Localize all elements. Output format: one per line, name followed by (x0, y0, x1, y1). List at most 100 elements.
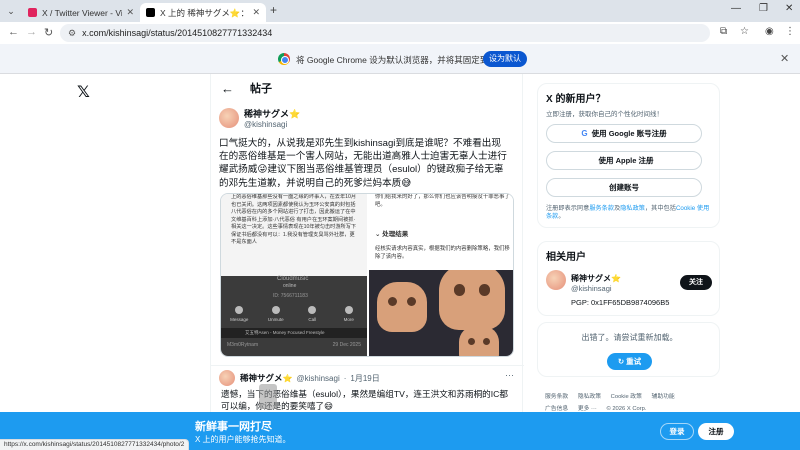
login-button[interactable]: 登录 (660, 423, 694, 440)
follow-button[interactable]: 关注 (680, 275, 712, 290)
related-user-name[interactable]: 稀神サグメ (571, 274, 611, 283)
avatar[interactable] (219, 107, 239, 128)
signup-subtitle: 立即注册，获取你自己的个性化时间线！ (546, 111, 663, 118)
footer-link[interactable]: 隐私政策 (578, 394, 601, 400)
back-arrow-icon[interactable]: ← (221, 81, 234, 96)
phone-status: online (283, 283, 297, 289)
signup-card: X 的新用户？ 立即注册，获取你自己的个性化时间线！ G 使用 Google 账号… (537, 83, 720, 228)
phone-action: Message (226, 306, 252, 322)
favicon-icon (28, 8, 37, 17)
new-tab-icon[interactable]: + (270, 3, 277, 17)
phone-id: ID: 7566711183 (273, 293, 308, 299)
cat-artwork (369, 270, 513, 356)
error-message: 出错了。请尝试重新加载。 (581, 333, 678, 342)
x-logo-icon[interactable]: 𝕏 (77, 82, 90, 102)
media-image-left[interactable]: 上的恶俗维基那些没有一面之缘的坏事人，在去年10月也已关闭。这两项因素都使我认为… (221, 194, 367, 356)
related-users-card: 相关用户 稀神サグメ⭐ @kishinsagi PGP: 0x1FF65DB98… (537, 241, 720, 316)
retry-button[interactable]: ↻ 重试 (607, 353, 652, 370)
result-title: ⌄ 处理结果 (375, 231, 409, 238)
bookmark-star-icon[interactable]: ☆ (740, 26, 749, 37)
footer-link[interactable]: Cookie 政策 (611, 394, 642, 400)
signup-button[interactable]: 注册 (698, 423, 734, 440)
post-column: ← 帖子 稀神サグメ⭐ @kishinsagi 口气挺大的，从说我是邓先生到ki… (210, 74, 524, 412)
tab-twitter-viewer[interactable]: X / Twitter Viewer - View Twi ✕ (22, 3, 140, 22)
signup-title: X 的新用户？ (546, 94, 606, 105)
forward-icon[interactable]: → (26, 26, 37, 38)
avatar[interactable] (546, 270, 566, 290)
profile-icon[interactable]: ◉ (765, 26, 774, 37)
page: 𝕏 ← 帖子 稀神サグメ⭐ @kishinsagi 口气挺大的，从说我是邓先生到… (0, 74, 800, 412)
default-browser-infobar: 将 Google Chrome 设为默认浏览器，并将其固定到任务栏 设为默认 ✕ (0, 44, 800, 74)
chrome-logo-icon (278, 53, 290, 65)
reply-date[interactable]: 1月19日 (350, 373, 379, 384)
minimize-icon[interactable]: — (731, 3, 741, 14)
post-text: 口气挺大的，从说我是邓先生到kishinsagi到底是谁呢？不难看出现在的恶俗维… (219, 138, 507, 189)
terms-link[interactable]: 服务条款 (589, 205, 614, 212)
menu-icon[interactable]: ⋮ (785, 26, 795, 37)
banner-subtitle: X 上的用户能够抢先知道。 (195, 435, 291, 444)
refresh-icon: ↻ (617, 357, 625, 366)
post-header: ← 帖子 (211, 74, 522, 102)
footer-link[interactable]: 辅助功能 (652, 394, 675, 400)
music-line: 艾五特Asen - Money Focused Freestyle (221, 328, 367, 338)
error-card: 出错了。请尝试重新加载。 ↻ 重试 (537, 322, 720, 377)
window-close-icon[interactable]: ✕ (785, 3, 793, 14)
reply-author-name[interactable]: 稀神サグメ (240, 372, 283, 384)
banner-title: 新鲜事一网打尽 (195, 421, 272, 433)
close-icon[interactable]: ✕ (780, 52, 789, 65)
star-icon: ⭐ (282, 373, 293, 383)
phone-action: Call (299, 306, 325, 322)
close-icon[interactable]: ✕ (126, 7, 134, 18)
phone-screenshot: Cloudmusic online ID: 7566711183 Message… (221, 276, 367, 356)
author-handle[interactable]: @kishinsagi (244, 120, 300, 129)
google-icon: G (581, 129, 588, 138)
infobar-message: 将 Google Chrome 设为默认浏览器，并将其固定到任务栏 (296, 55, 514, 65)
post-author[interactable]: 稀神サグメ⭐ @kishinsagi (211, 102, 522, 133)
star-icon: ⭐ (611, 274, 621, 283)
restore-icon[interactable]: ❐ (759, 3, 768, 14)
google-signup-button[interactable]: G 使用 Google 账号注册 (546, 124, 702, 143)
status-url: https://x.com/kishinsagi/status/20145108… (0, 439, 190, 450)
signup-terms: 注册即表示同意服务条款及隐私政策，其中包括Cookie 使用条款。 (546, 205, 710, 220)
related-user-handle[interactable]: @kishinsagi (571, 284, 621, 293)
tab-title: X 上的 稀神サグメ⭐："口气挺 (160, 7, 249, 18)
phone-actions: Message Unmute Call More (221, 306, 367, 322)
footer-link[interactable]: 服务条款 (545, 394, 568, 400)
set-default-button[interactable]: 设为默认 (483, 51, 527, 67)
tab-x-post[interactable]: X 上的 稀神サグメ⭐："口气挺 ✕ (140, 3, 266, 22)
phone-action: More (336, 306, 362, 322)
result-text: 经核实请求内容真实，根据我们的内容删除策略，我们移除了该内容。 (375, 246, 510, 260)
url-text: x.com/kishinsagi/status/2014510827771332… (82, 28, 273, 38)
privacy-link[interactable]: 隐私政策 (620, 205, 645, 212)
media-image-right[interactable]: 你们给我来的好了，那么你们也应该告明接没干罪恶事了吧。 ⌄ 处理结果 经核实请求… (369, 194, 513, 356)
reload-icon[interactable]: ↻ (44, 26, 53, 39)
reply-item[interactable]: 稀神サグメ ⭐ @kishinsagi · 1月19日 ··· 遗憾，当下的恶俗维… (211, 365, 524, 416)
phone-action: Unmute (263, 306, 289, 322)
author-name[interactable]: 稀神サグメ (244, 109, 289, 119)
quoted-text: 你们给我来的好了，那么你们也应该告明接没干罪恶事了吧。 (375, 194, 510, 208)
address-bar[interactable]: ⚙ x.com/kishinsagi/status/20145108277713… (60, 24, 710, 42)
tab-strip: ⌄ X / Twitter Viewer - View Twi ✕ X 上的 稀… (0, 0, 800, 22)
reply-author-handle[interactable]: @kishinsagi (296, 374, 339, 383)
related-user-bio: PGP: 0x1FF65DB9874096B5 (571, 298, 670, 307)
phone-title: Cloudmusic (277, 276, 309, 282)
mouse-cursor (259, 384, 277, 409)
more-options-icon[interactable]: ··· (505, 370, 514, 380)
doc-screenshot-text: 上的恶俗维基那些没有一面之缘的坏事人，在去年10月也已关闭。这两项因素都使我认为… (231, 194, 357, 245)
create-account-button[interactable]: 创建账号 (546, 178, 702, 197)
related-user[interactable]: 稀神サグメ⭐ @kishinsagi (546, 270, 621, 293)
apple-signup-button[interactable]: 使用 Apple 注册 (546, 151, 702, 170)
back-icon[interactable]: ← (8, 26, 19, 38)
reply-separator: · (343, 373, 347, 383)
footer-user: M3m0Rytnam (227, 342, 259, 348)
avatar[interactable] (219, 370, 235, 386)
star-icon: ⭐ (289, 109, 301, 119)
close-icon[interactable]: ✕ (252, 7, 260, 18)
install-app-icon[interactable]: ⧉ (720, 26, 727, 37)
post-media[interactable]: 上的恶俗维基那些没有一面之缘的坏事人，在去年10月也已关闭。这两项因素都使我认为… (220, 193, 514, 357)
tab-search-icon[interactable]: ⌄ (5, 5, 17, 17)
page-title: 帖子 (250, 83, 272, 95)
phone-footer: M3m0Rytnam 29 Dec 2025 (221, 342, 367, 348)
tab-title: X / Twitter Viewer - View Twi (42, 7, 123, 18)
site-info-icon[interactable]: ⚙ (68, 28, 76, 39)
